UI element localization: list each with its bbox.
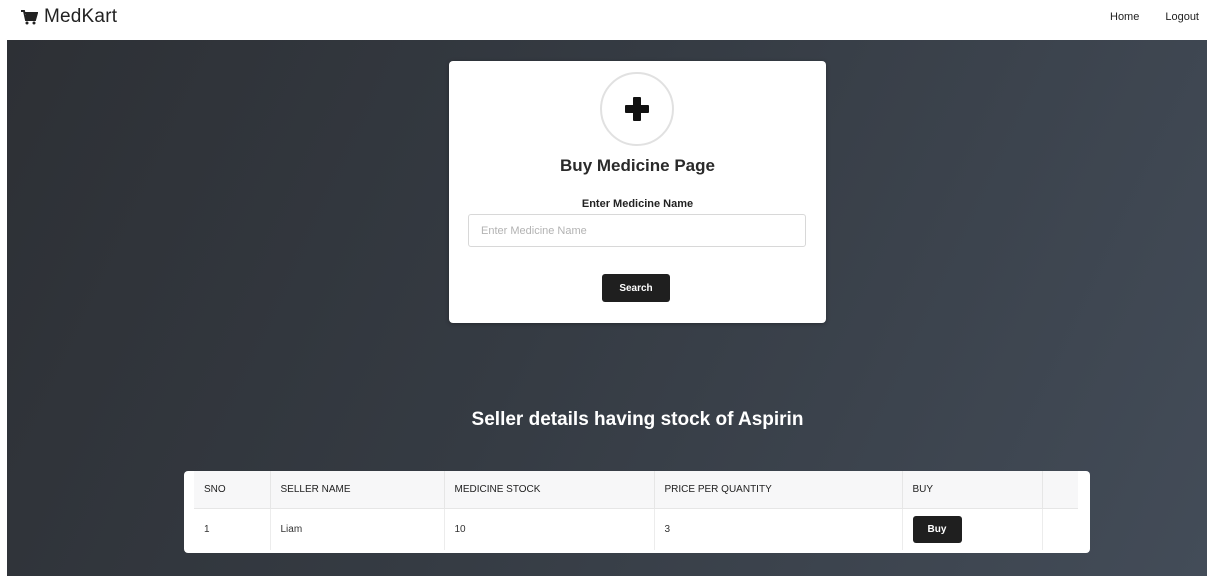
medicine-name-input[interactable] [468,214,806,247]
table-header-row: SNO SELLER NAME MEDICINE STOCK PRICE PER… [194,471,1078,509]
column-header-sno: SNO [194,471,271,509]
nav-links: Home Logout [1084,11,1199,23]
navbar: MedKart Home Logout [0,0,1207,40]
results-heading: Seller details having stock of Aspirin [471,409,804,430]
nav-logout-link[interactable]: Logout [1165,11,1199,23]
column-header-price-per-quantity: PRICE PER QUANTITY [654,471,903,509]
cell-buy: Buy [902,508,1043,550]
cart-icon [20,8,39,26]
table-row: 1 Liam 10 3 Buy [194,508,1078,550]
column-header-medicine-stock: MEDICINE STOCK [444,471,655,509]
plus-icon [600,72,674,146]
cell-price-per-quantity: 3 [654,508,903,550]
nav-home-link[interactable]: Home [1110,11,1139,23]
cell-empty [1042,508,1078,550]
cell-sno: 1 [194,508,271,550]
buy-button[interactable]: Buy [912,515,962,543]
cell-medicine-stock: 10 [444,508,655,550]
buy-medicine-card: Buy Medicine Page Enter Medicine Name Se… [449,61,826,323]
column-header-empty [1042,471,1078,509]
cell-seller-name: Liam [270,508,445,550]
search-button[interactable]: Search [602,274,670,302]
column-header-seller-name: SELLER NAME [270,471,445,509]
brand-name: MedKart [44,6,118,27]
results-table-card: SNO SELLER NAME MEDICINE STOCK PRICE PER… [184,471,1090,553]
medicine-name-label: Enter Medicine Name [581,198,694,210]
sellers-table: SNO SELLER NAME MEDICINE STOCK PRICE PER… [194,471,1078,550]
brand-link[interactable]: MedKart [20,6,117,28]
page-title: Buy Medicine Page [560,156,715,175]
column-header-buy: BUY [902,471,1043,509]
